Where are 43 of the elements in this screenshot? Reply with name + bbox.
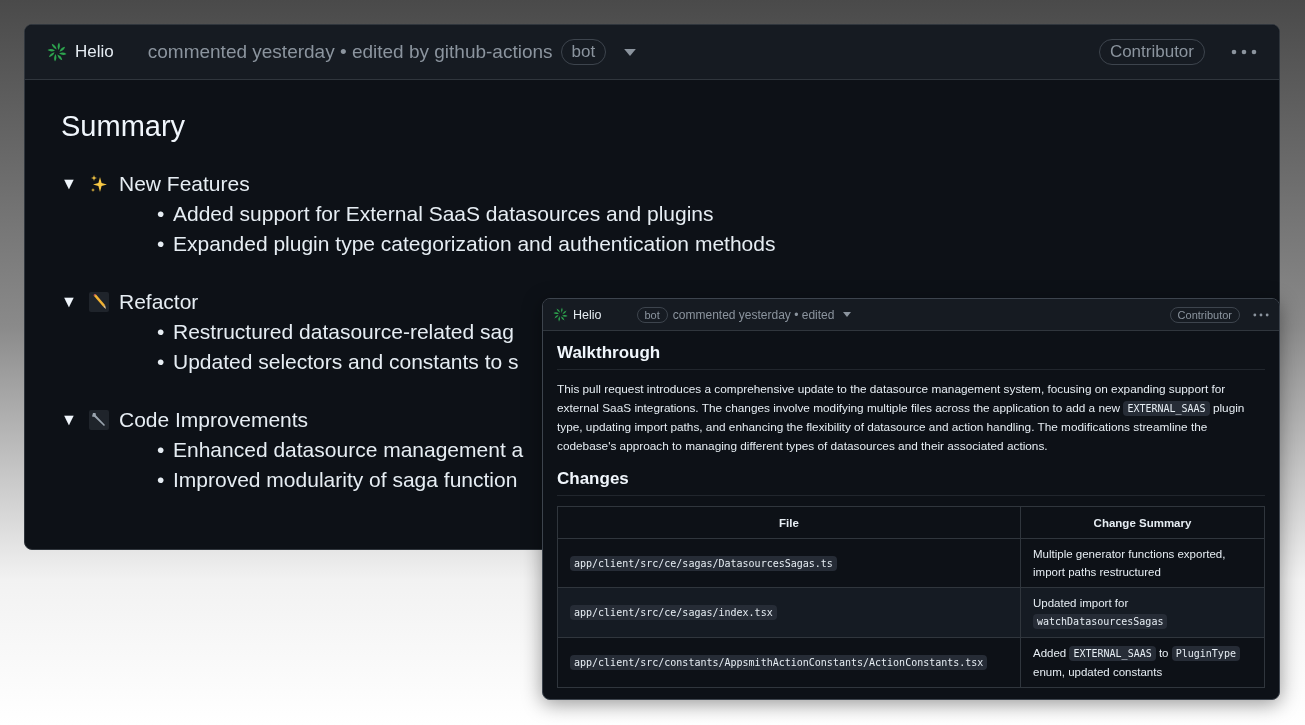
walkthrough-paragraph: This pull request introduces a comprehensive update to the datasource management system, focusing on expanding support for external SaaS integrations. The changes involve modifying multiple files across the application to add a new EXTERNAL_SAAS plugin type, updating import paths, and enhancing the flexibility of datasource and action handling. The modifications streamline the codebase's approach to managing different types of datasources and their associated actions. xyxy=(557,381,1246,455)
logo-icon xyxy=(553,307,568,322)
table-cell: Added EXTERNAL_SAAS to PluginType enum, updated constants xyxy=(1020,637,1265,688)
bullet-marker: • xyxy=(157,437,166,463)
summary-heading: Summary xyxy=(61,110,187,143)
bullet-marker: • xyxy=(157,319,166,345)
more-options-icon[interactable] xyxy=(1253,312,1269,317)
more-options-icon[interactable] xyxy=(1231,49,1257,55)
bullet-marker: • xyxy=(157,231,166,257)
pencil-icon xyxy=(89,292,109,312)
bullet-item: Enhanced datasource management a xyxy=(173,437,524,463)
bullet-marker: • xyxy=(157,349,166,375)
column-header: Change Summary xyxy=(1020,506,1265,539)
table-cell: Updated import for watchDatasourcesSagas xyxy=(1020,587,1265,638)
sparkle-icon xyxy=(89,174,109,194)
bullet-item: Improved modularity of saga function xyxy=(173,467,518,493)
table-cell: app/client/src/ce/sagas/DatasourcesSagas.ts xyxy=(557,538,1021,588)
caret-icon[interactable] xyxy=(624,48,637,56)
table-cell: Multiple generator functions exported, import paths restructured xyxy=(1020,538,1265,588)
bullet-marker: • xyxy=(157,201,166,227)
column-header: File xyxy=(557,506,1021,539)
bullet-item: Updated selectors and constants to s xyxy=(173,349,519,375)
author-name[interactable]: Helio xyxy=(573,307,602,322)
wrench-icon xyxy=(89,410,109,430)
changes-heading: Changes xyxy=(557,469,1265,496)
comment-meta: commented yesterday • edited xyxy=(672,307,835,322)
table-cell: app/client/src/constants/AppsmithActionConstants/ActionConstants.tsx xyxy=(557,637,1021,688)
bullet-item: Added support for External SaaS datasources and plugins xyxy=(173,201,714,227)
disclosure-toggle[interactable]: ▼ xyxy=(61,293,81,311)
disclosure-toggle[interactable]: ▼ xyxy=(61,411,81,429)
bullet-item: Expanded plugin type categorization and authentication methods xyxy=(173,231,776,257)
section-heading: New Features xyxy=(119,172,250,196)
bullet-marker: • xyxy=(157,467,166,493)
walkthrough-heading: Walkthrough xyxy=(557,343,1265,370)
section-heading: Refactor xyxy=(119,290,199,314)
disclosure-toggle[interactable]: ▼ xyxy=(61,175,81,193)
comment-meta: commented yesterday • edited by github-actions xyxy=(147,41,553,63)
section-heading: Code Improvements xyxy=(119,408,309,432)
table-cell: app/client/src/ce/sagas/index.tsx xyxy=(557,587,1021,638)
author-name[interactable]: Helio xyxy=(75,42,114,62)
logo-icon xyxy=(47,42,67,62)
caret-icon[interactable] xyxy=(843,312,852,317)
bullet-item: Restructured datasource-related sag xyxy=(173,319,514,345)
